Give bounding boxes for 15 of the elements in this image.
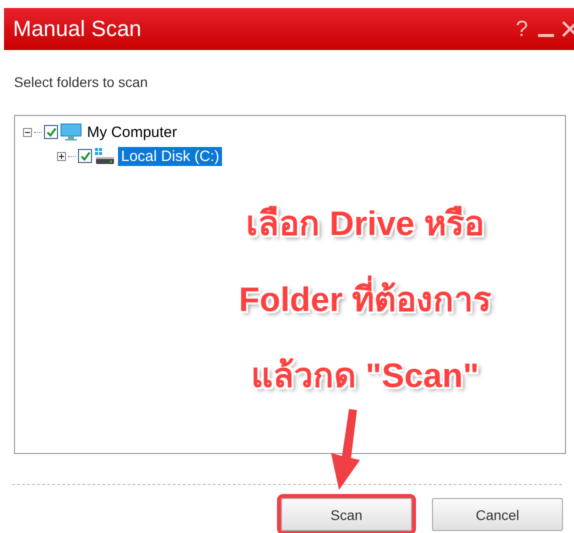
instruction-text: Select folders to scan <box>14 74 149 90</box>
window-title: Manual Scan <box>13 16 142 42</box>
cancel-button[interactable]: Cancel <box>432 498 563 531</box>
expand-icon[interactable] <box>57 152 66 160</box>
annotation-text: แล้วกด "Scan" <box>251 356 479 397</box>
close-icon[interactable] <box>562 20 574 38</box>
drive-icon <box>94 147 116 165</box>
monitor-icon <box>60 123 82 141</box>
checkbox[interactable] <box>78 149 92 163</box>
collapse-icon[interactable] <box>23 128 32 136</box>
checkbox[interactable] <box>44 125 58 139</box>
tree-item[interactable]: Local Disk (C:) <box>118 146 222 166</box>
annotation-text: Folder ที่ต้องการ <box>238 272 492 326</box>
tree-item[interactable]: My Computer <box>84 122 180 142</box>
annotation-text: เลือก Drive หรือ <box>246 204 484 245</box>
